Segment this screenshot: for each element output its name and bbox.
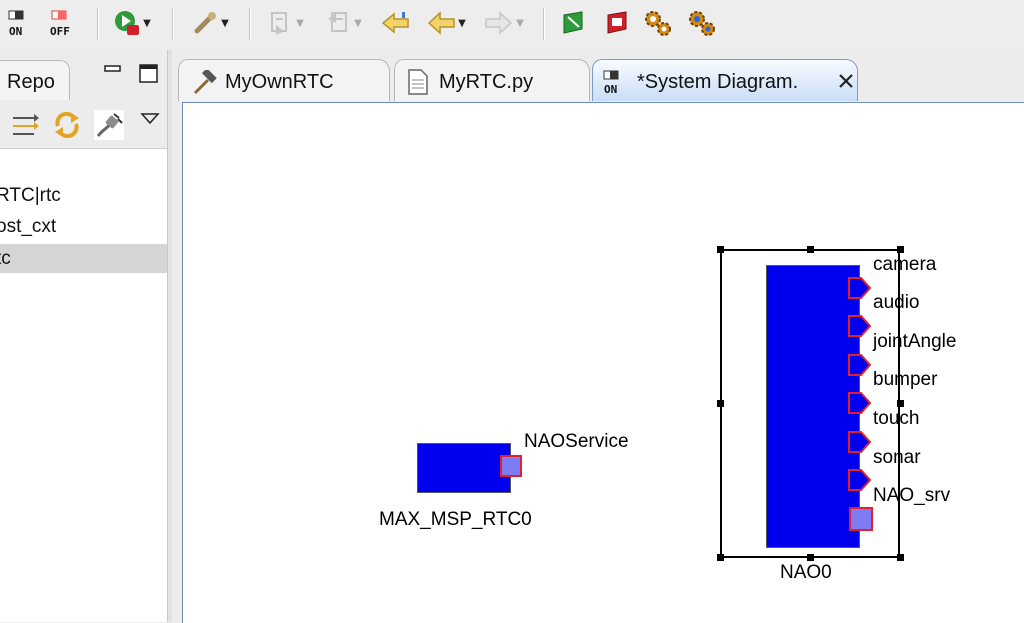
refresh-icon[interactable]	[52, 110, 82, 140]
tab-myrtc-py[interactable]: MyRTC.py	[394, 59, 590, 101]
list-item[interactable]: ost_cxt	[0, 212, 167, 241]
plug-icon[interactable]	[94, 110, 124, 140]
resize-handle[interactable]	[897, 554, 904, 561]
on-icon: ON	[8, 10, 24, 38]
next-annotation-icon	[271, 12, 288, 35]
port-label: jointAngle	[873, 331, 957, 352]
tab-repository-label: Repo	[7, 71, 55, 93]
view-toolbar	[0, 100, 167, 149]
port-label: NAO_srv	[873, 485, 951, 506]
svg-text:ON: ON	[9, 25, 22, 38]
out-port-audio	[848, 315, 872, 337]
repository-view: Repo RTC|rtc ost_cxt c	[0, 50, 167, 622]
resize-handle[interactable]	[717, 554, 724, 561]
component-name: MAX_MSP_RTC0	[379, 509, 532, 530]
view-tab-bar: Repo	[0, 50, 167, 101]
tab-myownrtc[interactable]: MyOwnRTC	[178, 59, 390, 101]
list-item-label: tc	[0, 248, 11, 269]
editor-flag-icon	[563, 11, 583, 34]
previous-annotation-icon	[328, 12, 348, 32]
gears-icon	[645, 11, 671, 36]
last-edit-icon	[381, 12, 409, 34]
resize-handle[interactable]	[897, 246, 904, 253]
chevron-down-icon[interactable]: ▼	[296, 18, 304, 29]
configure-button[interactable]	[641, 8, 675, 38]
list-item-label: RTC|rtc	[0, 185, 61, 206]
rtc-editor-button[interactable]	[556, 8, 590, 38]
out-port-touch	[848, 431, 872, 453]
configure-blue-button[interactable]	[685, 8, 719, 38]
activate-all-button[interactable]: ON	[5, 8, 37, 38]
hammer-icon	[193, 70, 217, 95]
out-port-jointangle	[848, 354, 872, 376]
chevron-down-icon[interactable]: ▼	[354, 18, 362, 29]
tab-label: *System Diagram.	[637, 71, 799, 93]
out-port-bumper	[848, 392, 872, 414]
diagram-canvas[interactable]: NAOService MAX_MSP_RTC0 camera audio joi…	[182, 102, 1024, 623]
list-item-label: ost_cxt	[0, 216, 57, 237]
chevron-down-icon[interactable]: ▼	[458, 18, 466, 29]
rtc-stop-button[interactable]	[600, 8, 634, 38]
forward-arrow-icon	[485, 11, 513, 35]
component-name: NAO0	[780, 562, 832, 583]
tab-system-diagram[interactable]: ON *System Diagram.	[592, 59, 858, 101]
port-label: sonar	[873, 447, 921, 468]
component-nao0[interactable]	[766, 265, 860, 548]
deactivate-all-button[interactable]: OFF	[47, 8, 79, 38]
port-label: NAOService	[524, 431, 629, 452]
chevron-down-icon[interactable]: ▼	[516, 18, 524, 29]
list-item-selected[interactable]: tc	[0, 244, 167, 273]
resize-handle[interactable]	[717, 246, 724, 253]
run-icon	[115, 11, 140, 35]
maximize-icon[interactable]	[139, 64, 159, 84]
editor-area: MyOwnRTC MyRTC.py ON *System Diagram. NA…	[172, 50, 1024, 623]
component-max-msp-rtc0[interactable]	[417, 443, 511, 493]
tools-button[interactable]: ▼	[184, 8, 236, 38]
back-arrow-icon	[428, 11, 455, 35]
port-label: camera	[873, 254, 937, 275]
close-icon[interactable]	[837, 72, 855, 90]
resize-handle[interactable]	[897, 400, 904, 407]
forward-button[interactable]: ▼	[478, 8, 530, 38]
next-annotation-button[interactable]: ▼	[260, 8, 312, 38]
out-port-camera	[848, 277, 872, 299]
tab-repository[interactable]: Repo	[0, 60, 70, 101]
tab-label: MyOwnRTC	[225, 71, 334, 93]
service-port-naoservice[interactable]	[500, 455, 522, 477]
previous-annotation-button[interactable]: ▼	[318, 8, 370, 38]
minimize-icon[interactable]	[104, 64, 122, 78]
list-item[interactable]: RTC|rtc	[0, 181, 167, 210]
tab-label: MyRTC.py	[439, 71, 534, 93]
out-ports	[848, 277, 872, 491]
resize-handle[interactable]	[717, 400, 724, 407]
chevron-down-icon[interactable]: ▼	[221, 18, 229, 29]
gears-blue-icon	[689, 11, 715, 36]
system-diagram-icon: ON	[603, 70, 619, 96]
chevron-down-icon[interactable]: ▼	[143, 18, 151, 29]
out-port-sonar	[848, 469, 872, 491]
port-label: touch	[873, 408, 920, 429]
svg-text:ON: ON	[604, 83, 617, 96]
main-toolbar: ON OFF ▼ ▼ ▼ ▼ ▼ ▼	[0, 0, 1024, 50]
file-icon	[408, 69, 428, 95]
last-edit-location-button[interactable]	[378, 8, 414, 38]
wrench-icon	[194, 12, 217, 34]
back-button[interactable]: ▼	[420, 8, 472, 38]
resize-handle[interactable]	[807, 554, 814, 561]
stop-flag-icon	[607, 11, 627, 34]
off-icon: OFF	[50, 10, 70, 38]
port-label: bumper	[873, 369, 938, 390]
run-button[interactable]: ▼	[106, 8, 158, 38]
view-menu-icon[interactable]	[140, 112, 160, 126]
svg-text:OFF: OFF	[50, 25, 70, 38]
sync-arrows-icon[interactable]	[10, 110, 40, 140]
port-label: audio	[873, 292, 920, 313]
service-port-nao-srv[interactable]	[849, 507, 873, 531]
resize-handle[interactable]	[807, 246, 814, 253]
